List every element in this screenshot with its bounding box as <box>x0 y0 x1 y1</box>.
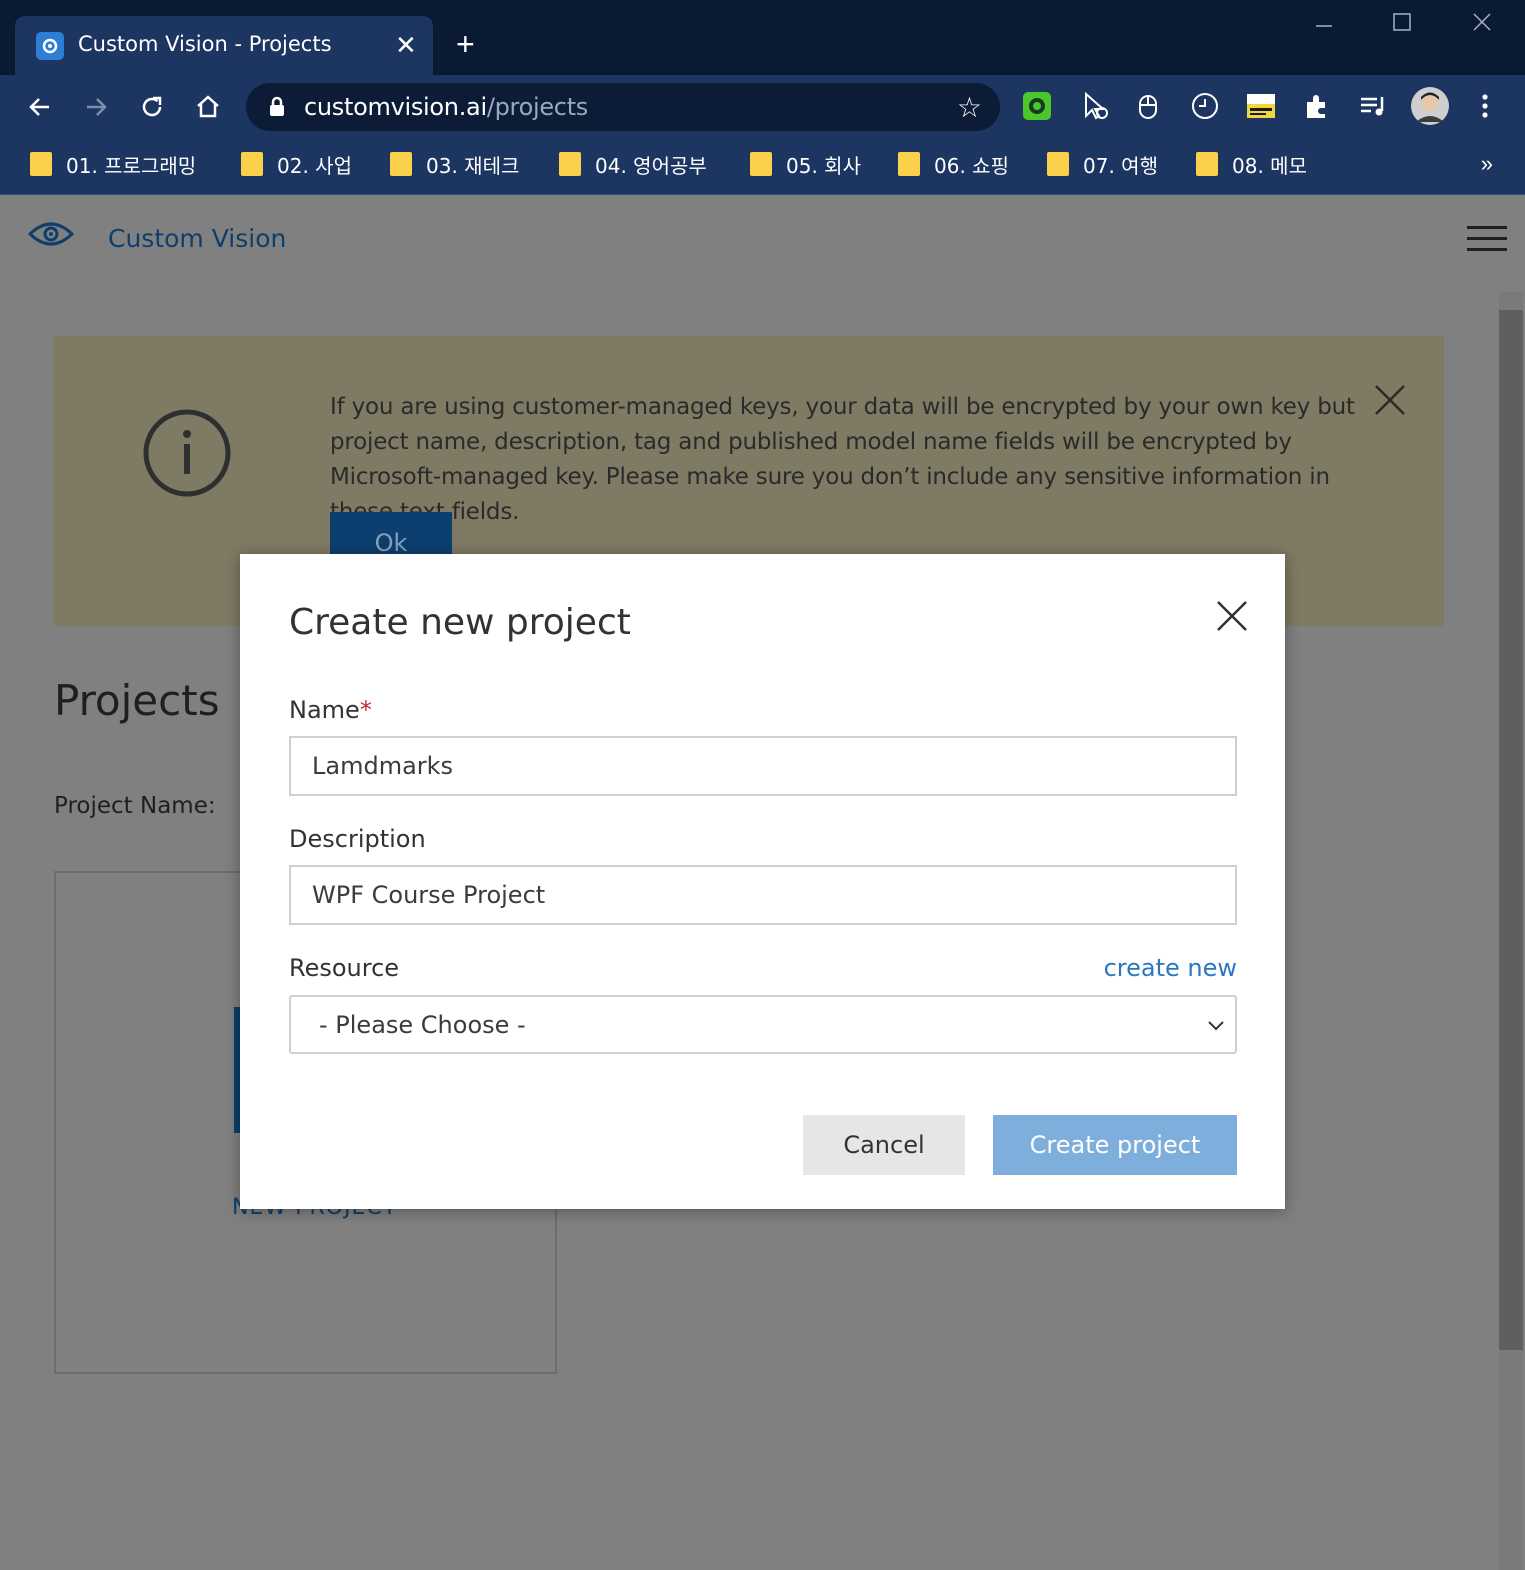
dialog-close-icon[interactable] <box>1216 600 1248 637</box>
playlist-icon[interactable] <box>1356 89 1390 123</box>
clock-icon[interactable] <box>1188 89 1222 123</box>
browser-tab[interactable]: Custom Vision - Projects ✕ <box>15 16 433 75</box>
cancel-button[interactable]: Cancel <box>803 1115 965 1175</box>
kebab-icon[interactable] <box>1468 89 1502 123</box>
project-name-input[interactable] <box>289 736 1237 796</box>
create-new-resource-link[interactable]: create new <box>1104 954 1237 982</box>
bookmark-folder[interactable]: 07. 여행 <box>1047 149 1158 179</box>
bookmarks-bar: 01. 프로그래밍 02. 사업 03. 재테크 04. 영어공부 05. 회사… <box>0 139 1525 195</box>
folder-icon <box>1047 152 1069 176</box>
folder-icon <box>750 152 772 176</box>
maximize-icon[interactable] <box>1382 12 1422 42</box>
folder-icon <box>390 152 412 176</box>
folder-icon <box>898 152 920 176</box>
create-project-dialog: Create new project Name* Description Res… <box>240 554 1285 1209</box>
folder-icon <box>30 152 52 176</box>
page-scrollbar[interactable] <box>1499 292 1523 1570</box>
bookmarks-overflow-icon[interactable]: » <box>1481 151 1493 177</box>
create-project-button[interactable]: Create project <box>993 1115 1237 1175</box>
folder-icon <box>559 152 581 176</box>
description-label: Description <box>289 825 426 853</box>
translate-icon[interactable] <box>1244 89 1278 123</box>
bookmark-folder[interactable]: 02. 사업 <box>241 149 352 179</box>
browser-toolbar: customvision.ai/projects ☆ <box>0 75 1525 139</box>
bookmark-folder[interactable]: 05. 회사 <box>750 149 861 179</box>
brand-name[interactable]: Custom Vision <box>108 224 286 253</box>
banner-message: If you are using customer-managed keys, … <box>330 394 1355 525</box>
custom-vision-favicon-icon <box>36 32 64 60</box>
folder-icon <box>1196 152 1218 176</box>
eye-logo-icon[interactable] <box>27 218 75 255</box>
bookmark-folder[interactable]: 08. 메모 <box>1196 149 1307 179</box>
info-icon <box>142 408 232 503</box>
tab-close-icon[interactable]: ✕ <box>395 30 417 60</box>
browser-tabstrip: Custom Vision - Projects ✕ + <box>0 0 1525 75</box>
bookmark-folder[interactable]: 03. 재테크 <box>390 149 519 179</box>
resource-label: Resource <box>289 954 400 982</box>
folder-icon <box>241 152 263 176</box>
arrow-left-icon[interactable] <box>22 89 58 125</box>
puzzle-icon[interactable] <box>1300 89 1334 123</box>
profile-avatar[interactable] <box>1410 86 1450 126</box>
name-label: Name* <box>289 696 372 724</box>
banner-close-icon[interactable] <box>1374 384 1406 421</box>
dialog-title: Create new project <box>289 602 631 643</box>
app-header: Custom Vision <box>0 196 1525 284</box>
project-description-input[interactable] <box>289 865 1237 925</box>
bookmark-folder[interactable]: 04. 영어공부 <box>559 149 707 179</box>
mouse-icon[interactable] <box>1132 89 1166 123</box>
lock-icon <box>268 95 286 122</box>
project-name-filter-label: Project Name: <box>54 793 216 819</box>
url-text: customvision.ai/projects <box>304 93 589 121</box>
star-icon[interactable]: ☆ <box>957 91 982 124</box>
arrow-right-icon[interactable] <box>78 89 114 125</box>
new-tab-icon[interactable]: + <box>456 26 475 62</box>
bookmark-folder[interactable]: 01. 프로그래밍 <box>30 149 196 179</box>
home-icon[interactable] <box>190 89 226 125</box>
hamburger-menu-icon[interactable] <box>1467 226 1507 259</box>
minimize-icon[interactable] <box>1304 12 1344 42</box>
required-marker: * <box>359 696 372 724</box>
reload-icon[interactable] <box>134 89 170 125</box>
page-title: Projects <box>54 676 220 725</box>
tab-title: Custom Vision - Projects <box>78 32 332 56</box>
window-close-icon[interactable] <box>1462 12 1502 42</box>
address-bar[interactable]: customvision.ai/projects ☆ <box>246 83 1000 131</box>
cursor-icon[interactable] <box>1078 89 1112 123</box>
extension-green-icon[interactable] <box>1020 89 1054 123</box>
resource-selected-value: - Please Choose - <box>319 1011 526 1039</box>
resource-select[interactable]: - Please Choose - <box>289 995 1237 1054</box>
bookmark-folder[interactable]: 06. 쇼핑 <box>898 149 1009 179</box>
scrollbar-thumb[interactable] <box>1499 310 1523 1350</box>
chevron-down-icon <box>1205 1014 1227 1041</box>
